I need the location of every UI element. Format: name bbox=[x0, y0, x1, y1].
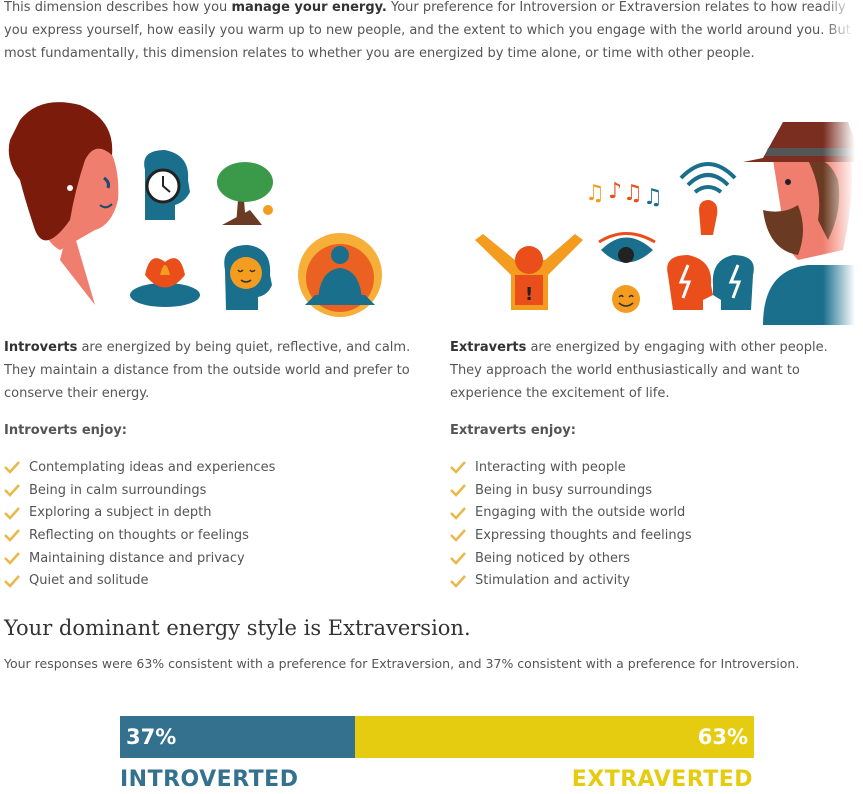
list-item: Reflecting on thoughts or feelings bbox=[4, 524, 414, 547]
check-icon bbox=[450, 529, 466, 543]
check-icon bbox=[4, 461, 20, 475]
check-icon bbox=[450, 484, 466, 497]
svg-text:♫: ♫ bbox=[643, 185, 663, 210]
list-item: Being noticed by others bbox=[450, 547, 850, 570]
check-icon bbox=[4, 529, 20, 543]
check-icon bbox=[4, 506, 20, 520]
svg-text:!: ! bbox=[525, 284, 533, 305]
extravert-percent: 63% bbox=[697, 725, 748, 749]
check-icon bbox=[450, 506, 466, 520]
list-item: Being in busy surroundings bbox=[450, 479, 850, 502]
introvert-illustration bbox=[8, 102, 382, 317]
cheering-person-icon: ! bbox=[475, 234, 583, 310]
list-item: Quiet and solitude bbox=[4, 569, 414, 592]
eye-icon bbox=[598, 232, 656, 263]
check-icon bbox=[4, 552, 20, 565]
list-item: Engaging with the outside world bbox=[450, 501, 850, 524]
extravert-illustration: ! ♫ ♪ ♫ ♫ bbox=[475, 122, 863, 325]
check-icon bbox=[450, 574, 466, 588]
extraverts-column: Extraverts are energized by engaging wit… bbox=[450, 336, 850, 592]
lotus-icon bbox=[130, 258, 200, 307]
svg-text:♪: ♪ bbox=[608, 179, 622, 204]
list-item: Stimulation and activity bbox=[450, 569, 850, 592]
extravert-bar-segment: 63% bbox=[354, 716, 754, 758]
extraverts-enjoy-title: Extraverts enjoy: bbox=[450, 423, 576, 438]
list-item: Expressing thoughts and feelings bbox=[450, 524, 850, 547]
woman-profile bbox=[8, 102, 119, 305]
dimension-intro: This dimension describes how you manage … bbox=[4, 0, 851, 61]
list-item: Maintaining distance and privacy bbox=[4, 547, 414, 570]
svg-text:♫: ♫ bbox=[585, 181, 605, 206]
list-item: Contemplating ideas and experiences bbox=[4, 456, 414, 479]
list-item: Being in calm surroundings bbox=[4, 479, 414, 502]
check-icon bbox=[450, 461, 466, 475]
introverted-label: INTROVERTED bbox=[120, 767, 299, 792]
introvert-bar-segment: 37% bbox=[120, 716, 355, 758]
music-notes-icon: ♫ ♪ ♫ ♫ bbox=[585, 179, 663, 210]
clock-head-icon bbox=[144, 150, 190, 220]
result-heading: Your dominant energy style is Extraversi… bbox=[4, 616, 471, 640]
introvert-percent: 37% bbox=[126, 725, 177, 749]
calm-face-head-icon bbox=[224, 245, 272, 310]
introverts-column: Introverts are energized by being quiet,… bbox=[4, 336, 414, 592]
extraverts-enjoy-list: Interacting with people Being in busy su… bbox=[450, 456, 850, 592]
talking-heads-icon bbox=[667, 255, 754, 310]
signal-head-icon bbox=[679, 162, 737, 235]
tree-icon bbox=[217, 162, 273, 225]
energy-style-bar: 37% 63% bbox=[120, 716, 754, 758]
result-summary: Your responses were 63% consistent with … bbox=[4, 656, 800, 671]
introverts-description: Introverts are energized by being quiet,… bbox=[4, 340, 411, 401]
extraverted-label: EXTRAVERTED bbox=[571, 767, 753, 792]
introverts-enjoy-list: Contemplating ideas and experiences Bein… bbox=[4, 456, 414, 592]
extraverts-description: Extraverts are energized by engaging wit… bbox=[450, 340, 828, 401]
check-icon bbox=[450, 552, 466, 565]
list-item: Exploring a subject in depth bbox=[4, 501, 414, 524]
right-edge-fade bbox=[823, 0, 863, 794]
list-item: Interacting with people bbox=[450, 456, 850, 479]
svg-text:♫: ♫ bbox=[623, 181, 643, 206]
check-icon bbox=[4, 484, 20, 497]
smile-icon bbox=[612, 285, 640, 313]
meditation-icon bbox=[298, 233, 382, 317]
check-icon bbox=[4, 574, 20, 588]
introverts-enjoy-title: Introverts enjoy: bbox=[4, 423, 127, 438]
